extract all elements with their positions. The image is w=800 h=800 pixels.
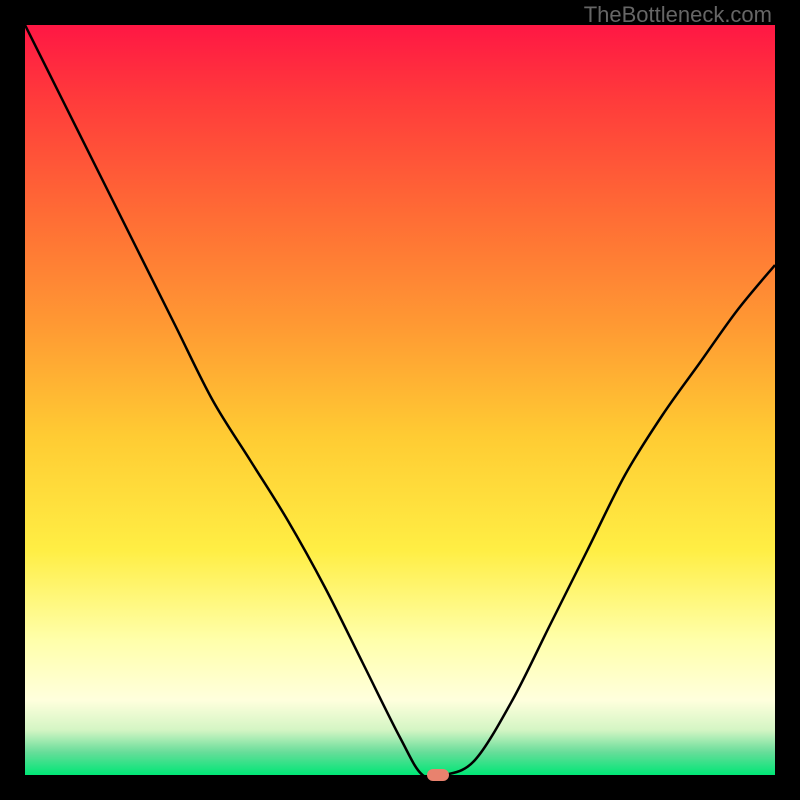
plot-area — [25, 25, 775, 775]
optimal-marker — [427, 769, 449, 781]
bottleneck-curve — [25, 25, 775, 775]
watermark-text: TheBottleneck.com — [584, 2, 772, 28]
chart-container: TheBottleneck.com — [0, 0, 800, 800]
